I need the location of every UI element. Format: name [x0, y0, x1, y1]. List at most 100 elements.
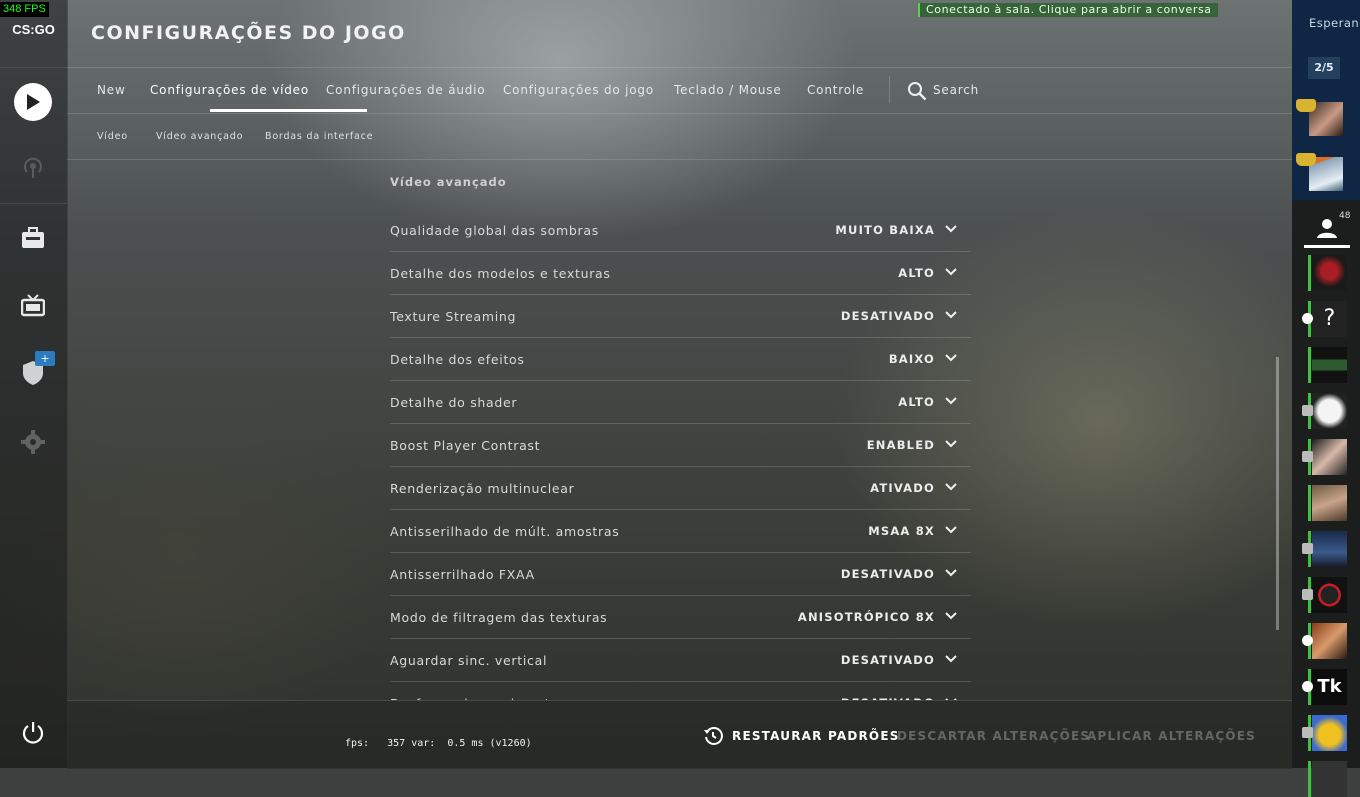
friend-item[interactable] [1302, 439, 1347, 475]
setting-value-dropdown[interactable]: DESATIVADO [841, 653, 935, 667]
friend-item[interactable]: ? [1302, 301, 1347, 337]
in-game-icon [1302, 635, 1313, 646]
friend-avatar: ? [1312, 301, 1347, 337]
tab-audio-settings[interactable]: Configurações de áudio [326, 83, 485, 97]
setting-row[interactable]: Antisserilhado de múlt. amostras MSAA 8X [390, 510, 971, 553]
chevron-down-icon[interactable] [945, 396, 957, 406]
chevron-down-icon[interactable] [945, 611, 957, 621]
tab-new[interactable]: New [97, 83, 126, 97]
setting-label: Qualidade global das sombras [390, 223, 599, 238]
setting-label: Detalhe do shader [390, 395, 518, 410]
discard-changes-button[interactable]: DESCARTAR ALTERAÇÕES [897, 729, 1090, 743]
friend-item[interactable] [1302, 577, 1347, 613]
friend-item[interactable] [1302, 531, 1347, 567]
setting-row[interactable]: Texture Streaming DESATIVADO [390, 295, 971, 338]
console-icon [1302, 727, 1313, 738]
subtabs-divider [67, 159, 1292, 160]
tab-keyboard-mouse[interactable]: Teclado / Mouse [674, 83, 782, 97]
subtab-advanced-video[interactable]: Vídeo avançado [156, 131, 243, 142]
friend-item[interactable] [1308, 485, 1347, 521]
friend-item[interactable] [1308, 347, 1347, 383]
chat-notification[interactable]: Conectado à sala. Clique para abrir a co… [918, 3, 1218, 17]
setting-label: Detalhe dos efeitos [390, 352, 525, 367]
history-icon [704, 727, 723, 745]
friend-item[interactable] [1308, 761, 1347, 797]
power-icon[interactable] [20, 720, 46, 746]
setting-row[interactable]: Detalhe do shader ALTO [390, 381, 971, 424]
setting-value-dropdown[interactable]: DESATIVADO [841, 567, 935, 581]
inventory-icon[interactable] [20, 225, 46, 251]
in-game-icon [1302, 313, 1313, 324]
tab-game-settings[interactable]: Configurações do jogo [503, 83, 654, 97]
setting-row[interactable]: Boost Player Contrast ENABLED [390, 424, 971, 467]
friends-tab[interactable]: 48 [1304, 211, 1351, 249]
setting-row[interactable]: Aguardar sinc. vertical DESATIVADO [390, 639, 971, 682]
setting-label: Boost Player Contrast [390, 438, 541, 453]
friend-avatar [1312, 347, 1347, 383]
chevron-down-icon[interactable] [945, 439, 957, 449]
chevron-down-icon[interactable] [945, 568, 957, 578]
setting-value-dropdown[interactable]: MSAA 8X [868, 524, 935, 538]
lobby-status: Esperando [1309, 16, 1360, 30]
gear-icon[interactable] [20, 429, 46, 455]
friends-tab-indicator [1304, 245, 1350, 248]
chevron-down-icon[interactable] [945, 353, 957, 363]
settings-subtabs: Vídeo Vídeo avançado Bordas da interface [67, 113, 1292, 159]
watch-tv-icon[interactable] [20, 292, 46, 318]
friend-item[interactable] [1302, 715, 1347, 751]
setting-value-dropdown[interactable]: ATIVADO [870, 481, 935, 495]
chevron-down-icon[interactable] [945, 224, 957, 234]
search-button[interactable]: Search [933, 83, 979, 97]
chevron-down-icon[interactable] [945, 525, 957, 535]
setting-value-dropdown[interactable]: ANISOTRÓPICO 8X [798, 610, 935, 624]
chevron-down-icon[interactable] [945, 267, 957, 277]
netgraph-fps-readout: fps: 357 var: 0.5 ms (v1260) [345, 738, 532, 749]
play-button[interactable] [14, 83, 52, 121]
tab-controller[interactable]: Controle [807, 83, 864, 97]
setting-row[interactable]: Renderização multinuclear ATIVADO [390, 467, 971, 510]
setting-row[interactable]: Qualidade global das sombras MUITO BAIXA [390, 209, 971, 252]
setting-value-dropdown[interactable]: BAIXO [889, 352, 935, 366]
subtab-hud-edges[interactable]: Bordas da interface [265, 131, 373, 142]
setting-value-dropdown[interactable]: MUITO BAIXA [835, 223, 935, 237]
setting-label: Renderização multinuclear [390, 481, 575, 496]
friend-avatar [1312, 393, 1347, 429]
friend-item[interactable] [1302, 623, 1347, 659]
friend-item[interactable] [1308, 255, 1347, 291]
in-game-icon [1302, 681, 1313, 692]
friend-avatar [1312, 485, 1347, 521]
friend-avatar [1312, 439, 1347, 475]
setting-row[interactable]: Detalhe dos modelos e texturas ALTO [390, 252, 971, 295]
setting-value-dropdown[interactable]: ALTO [898, 395, 935, 409]
section-title: Vídeo avançado [390, 175, 507, 189]
setting-value-dropdown[interactable]: ALTO [898, 266, 935, 280]
friends-count: 48 [1339, 211, 1351, 221]
setting-value-dropdown[interactable]: ENABLED [867, 438, 935, 452]
search-icon[interactable] [907, 81, 927, 101]
setting-row[interactable]: Modo de filtragem das texturas ANISOTRÓPI… [390, 596, 971, 639]
console-icon [1302, 543, 1313, 554]
scrollbar[interactable] [1276, 357, 1279, 630]
restore-defaults-button[interactable]: RESTAURAR PADRÕES [703, 726, 900, 746]
chevron-down-icon[interactable] [945, 482, 957, 492]
chevron-down-icon[interactable] [945, 310, 957, 320]
subtab-video[interactable]: Vídeo [97, 131, 128, 142]
setting-row[interactable]: Desfoque de movimentoDESATIVADO [390, 682, 971, 700]
new-badge: + [35, 351, 55, 366]
nav-divider [0, 67, 67, 68]
right-sidebar: Esperando 2/5 48 ? Tk [1292, 0, 1360, 797]
restore-defaults-label: RESTAURAR PADRÕES [732, 729, 900, 743]
chevron-down-icon[interactable] [945, 654, 957, 664]
tab-video-settings[interactable]: Configurações de vídeo [150, 83, 309, 97]
friend-item[interactable] [1302, 393, 1347, 429]
setting-row[interactable]: Detalhe dos efeitos BAIXO [390, 338, 971, 381]
apply-changes-button[interactable]: APLICAR ALTERAÇÕES [1087, 729, 1256, 743]
fps-counter: 348 FPS [0, 2, 49, 17]
setting-row[interactable]: Antisserrilhado FXAA DESATIVADO [390, 553, 971, 596]
friend-avatar [1312, 715, 1347, 751]
setting-value-dropdown[interactable]: DESATIVADO [841, 309, 935, 323]
friend-item[interactable]: Tk [1302, 669, 1347, 705]
csgo-logo[interactable]: CS:GO [0, 22, 67, 37]
friend-avatar [1312, 531, 1347, 567]
broadcast-icon[interactable] [20, 154, 46, 180]
